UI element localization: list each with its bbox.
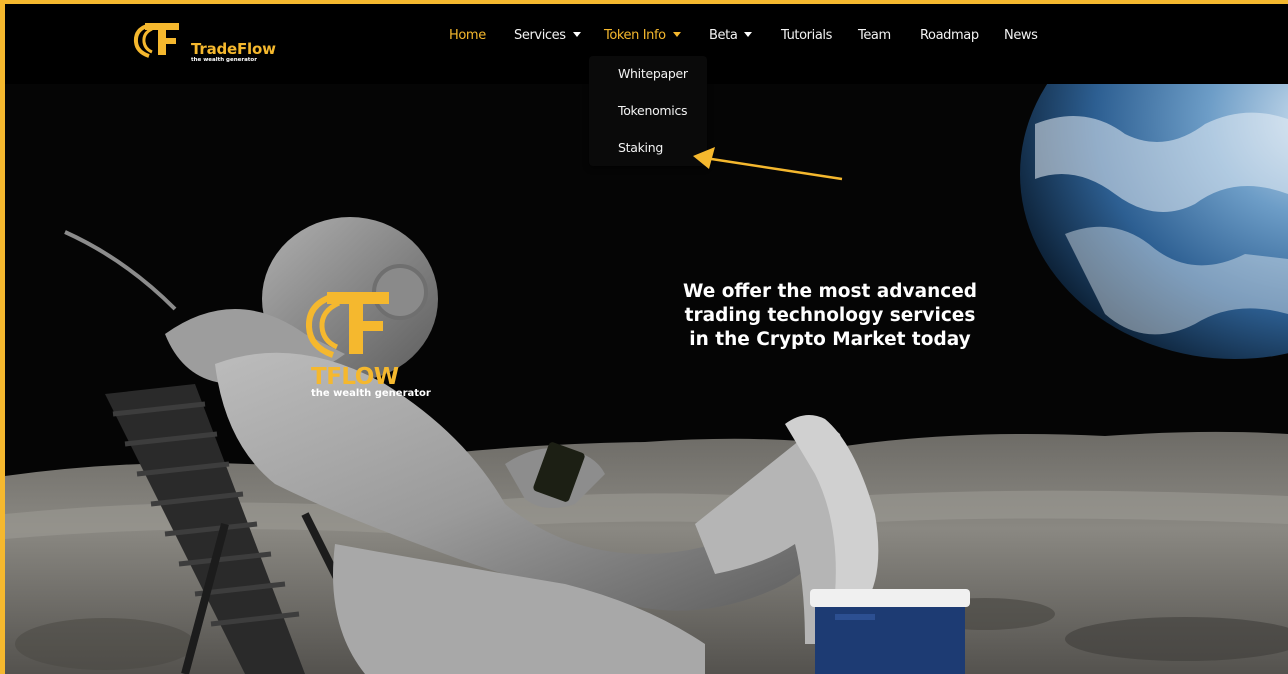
nav-beta[interactable]: Beta [709,28,753,43]
nav-services[interactable]: Services [514,28,581,43]
nav-news[interactable]: News [1004,28,1038,43]
hero-headline-line: in the Crypto Market today [689,329,971,350]
nav-tutorials-label: Tutorials [781,28,832,43]
hero-background-image [5,84,1288,674]
nav-home[interactable]: Home [449,28,486,43]
nav-roadmap[interactable]: Roadmap [920,28,979,43]
nav-roadmap-label: Roadmap [920,28,979,43]
nav-token-info[interactable]: Token Info [604,28,681,43]
token-info-dropdown: Whitepaper Tokenomics Staking [589,56,707,166]
hero-headline-line: trading technology services [684,305,976,326]
nav-news-label: News [1004,28,1038,43]
nav-team[interactable]: Team [858,28,891,43]
nav-tutorials[interactable]: Tutorials [781,28,832,43]
hero-logo-text: TFLOW [311,364,399,390]
hero-headline: We offer the most advanced trading techn… [630,280,1030,352]
nav-home-label: Home [449,28,486,43]
nav-token-info-label: Token Info [604,28,666,43]
hero-section: TFLOW the wealth generator We offer the … [5,84,1288,674]
chevron-down-icon [672,32,681,37]
browser-viewport: TradeFlow the wealth generator Home Serv… [5,4,1288,674]
hero-logo: TFLOW the wealth generator [303,289,453,399]
tflow-logo-icon [305,292,389,358]
brand-tagline: the wealth generator [191,57,257,63]
dropdown-item-staking[interactable]: Staking [618,140,663,155]
main-nav: Home Services Token Info Beta Tutorials … [5,28,1288,46]
hero-logo-tagline: the wealth generator [311,388,431,399]
nav-team-label: Team [858,28,891,43]
hero-headline-line: We offer the most advanced [682,281,978,302]
dropdown-item-whitepaper[interactable]: Whitepaper [618,66,688,81]
nav-beta-label: Beta [709,28,738,43]
nav-services-label: Services [514,28,566,43]
chevron-down-icon [744,32,753,37]
chevron-down-icon [572,32,581,37]
dropdown-item-tokenomics[interactable]: Tokenomics [618,103,688,118]
